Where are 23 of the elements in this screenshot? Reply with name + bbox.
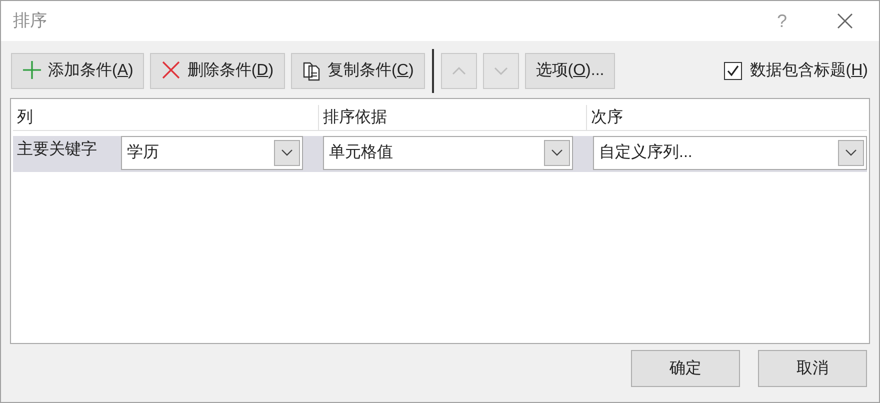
cancel-button[interactable]: 取消 [758, 350, 867, 387]
column-header: 列 [13, 105, 319, 130]
chevron-up-icon [452, 66, 466, 76]
sort-on-dropdown[interactable]: 单元格值 [323, 136, 573, 170]
checkbox[interactable] [724, 62, 742, 80]
copy-icon [302, 60, 322, 81]
chevron-down-icon [494, 66, 508, 76]
options-button[interactable]: 选项(O)... [524, 52, 616, 88]
sort-row[interactable]: 主要关键字 学历 单元格值 自定义序列... [13, 136, 867, 172]
order-dropdown[interactable]: 自定义序列... [593, 136, 867, 170]
toolbar-button[interactable]: 删除条件(D) [150, 52, 285, 88]
checkbox-label: 数据包含标题(H) [750, 60, 868, 80]
close-icon[interactable] [837, 13, 853, 29]
column-header: 次序 [590, 108, 624, 128]
toolbar-button[interactable]: 添加条件(A) [11, 52, 144, 88]
column-dropdown[interactable]: 学历 [121, 136, 303, 170]
ok-button[interactable]: 确定 [631, 350, 740, 387]
column-header: 排序依据 [319, 105, 587, 130]
close-icon [161, 60, 182, 81]
row-label: 主要关键字 [16, 140, 98, 160]
plus-icon [22, 60, 42, 81]
toolbar-button[interactable]: 复制条件(C) [290, 52, 425, 88]
window-title: 排序 [13, 10, 48, 32]
